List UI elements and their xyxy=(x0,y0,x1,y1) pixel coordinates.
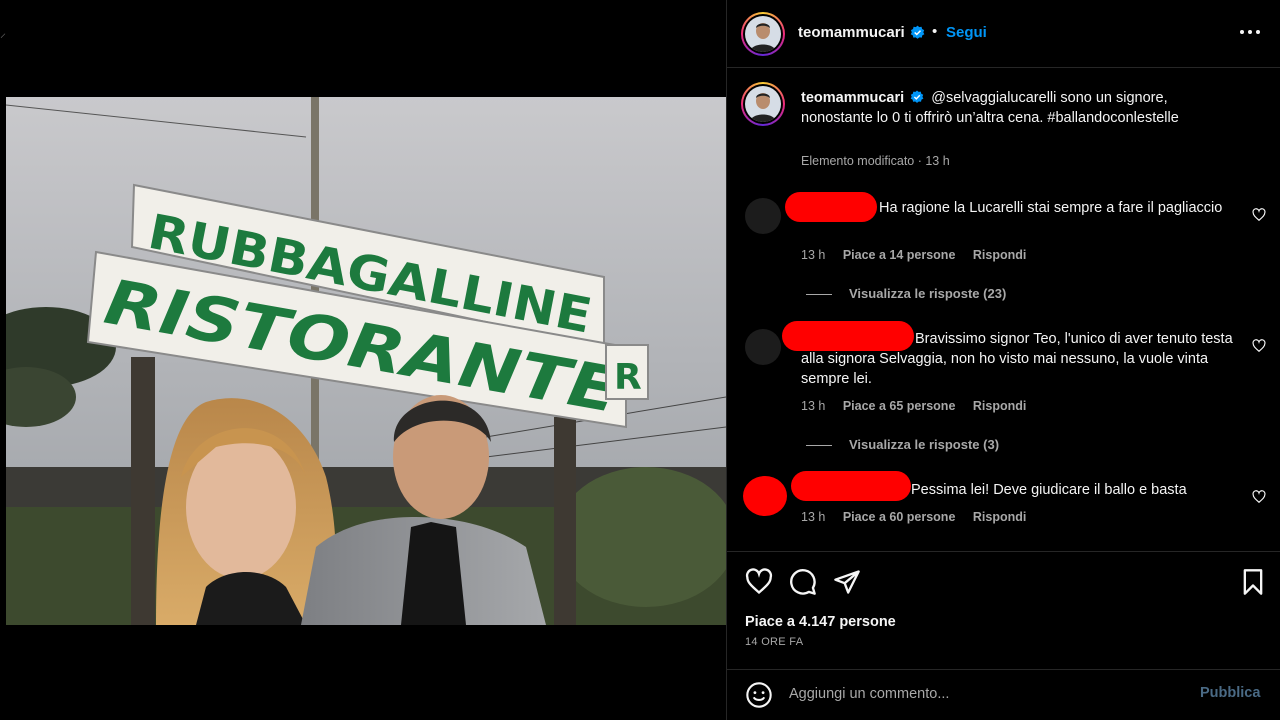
view-replies-button[interactable]: Visualizza le risposte (23) xyxy=(806,286,1006,301)
reply-button[interactable]: Rispondi xyxy=(973,510,1026,524)
post-like-count[interactable]: Piace a 4.147 persone xyxy=(745,614,896,630)
comment-time[interactable]: 13 h xyxy=(801,248,825,262)
comment-text: Pessima lei! Deve giudicare il ballo e b… xyxy=(911,482,1187,498)
comment-avatar[interactable] xyxy=(745,329,781,365)
heart-icon[interactable] xyxy=(745,568,773,596)
heart-icon[interactable] xyxy=(1252,208,1266,222)
post-author-username[interactable]: teomammucari xyxy=(798,24,905,41)
publish-button[interactable]: Pubblica xyxy=(1200,685,1260,701)
emoji-icon[interactable] xyxy=(745,681,773,709)
caption-edited-meta: Elemento modificato · 13 h xyxy=(801,154,950,168)
follow-button[interactable]: Segui xyxy=(946,24,987,41)
comment-text: Bravissimo signor Teo, l'unico di aver t… xyxy=(801,331,1233,387)
comment-text: Ha ragione la Lucarelli stai sempre a fa… xyxy=(879,200,1223,216)
comment-icon[interactable] xyxy=(789,568,817,596)
comment-meta: 13 h Piace a 60 persone Rispondi xyxy=(801,510,1040,524)
comment-avatar[interactable] xyxy=(743,476,787,516)
caption-mention[interactable]: @selvaggialucarelli xyxy=(931,90,1056,106)
post-header: teomammucari • Segui xyxy=(727,0,1280,68)
avatar[interactable] xyxy=(745,16,781,52)
comment-likes[interactable]: Piace a 14 persone xyxy=(843,248,956,262)
caption-text: teomammucari @selvaggialucarelli sono un… xyxy=(801,88,1221,128)
comment-likes[interactable]: Piace a 65 persone xyxy=(843,399,956,413)
share-icon[interactable] xyxy=(833,568,861,596)
corner-glyph: ⸝ xyxy=(0,26,7,40)
post-timestamp: 14 ORE FA xyxy=(745,636,804,648)
comment-time[interactable]: 13 h xyxy=(801,510,825,524)
comment-meta: 13 h Piace a 65 persone Rispondi xyxy=(801,399,1040,413)
add-comment-bar: Pubblica xyxy=(727,669,1280,720)
comment-meta: 13 h Piace a 14 persone Rispondi xyxy=(801,248,1040,262)
post-photo[interactable]: RUBBAGALLINE RISTORANTE R xyxy=(6,97,726,625)
caption-avatar[interactable] xyxy=(745,86,781,122)
verified-badge-icon xyxy=(910,25,925,39)
reply-button[interactable]: Rispondi xyxy=(973,248,1026,262)
heart-icon[interactable] xyxy=(1252,339,1266,353)
post-actions: Piace a 4.147 persone 14 ORE FA xyxy=(727,551,1280,669)
comment-time[interactable]: 13 h xyxy=(801,399,825,413)
post-media-area: ⸝ RUBBAGALLINE RISTORANTE R xyxy=(0,0,726,720)
sign-side-text: R xyxy=(614,357,642,398)
view-replies-button[interactable]: Visualizza le risposte (3) xyxy=(806,437,999,452)
comment-input[interactable] xyxy=(789,682,1169,706)
bookmark-icon[interactable] xyxy=(1239,568,1267,596)
more-options-icon[interactable] xyxy=(1237,22,1263,42)
post-side-panel: teomammucari • Segui teomammucari @selva… xyxy=(726,0,1280,720)
comment-avatar[interactable] xyxy=(745,198,781,234)
comment-likes[interactable]: Piace a 60 persone xyxy=(843,510,956,524)
heart-icon[interactable] xyxy=(1252,490,1266,504)
photo-illustration: RUBBAGALLINE RISTORANTE R xyxy=(6,97,726,625)
verified-badge-icon xyxy=(910,90,924,103)
separator-dot: • xyxy=(932,23,938,40)
reply-button[interactable]: Rispondi xyxy=(973,399,1026,413)
caption-username[interactable]: teomammucari xyxy=(801,90,904,106)
